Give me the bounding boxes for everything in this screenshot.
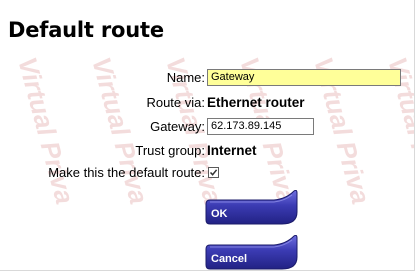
trust-group-value: Internet [207,142,257,158]
cancel-button-label: Cancel [211,253,248,265]
dialog-frame: Virtual Priva Virtual Priva Virtual Priv… [0,0,415,271]
checkmark-icon [209,168,218,176]
gateway-input[interactable] [207,117,314,135]
default-route-label: Make this the default route: [48,164,205,180]
trust-group-row: Trust group: Internet [0,140,414,160]
page-title: Default route [8,18,164,42]
default-route-row: Make this the default route: [0,162,414,182]
route-via-label: Route via: [146,94,205,110]
name-row: Name: [0,67,414,87]
route-via-row: Route via: Ethernet router [0,92,414,112]
ok-button-label: OK [211,208,228,220]
name-input[interactable] [207,68,401,86]
name-label: Name: [166,69,205,85]
gateway-label: Gateway: [150,118,205,134]
ok-button[interactable]: OK [204,190,299,226]
cancel-button[interactable]: Cancel [204,235,299,270]
route-via-value: Ethernet router [207,94,305,110]
trust-group-label: Trust group: [135,142,205,158]
default-route-checkbox[interactable] [208,166,219,178]
gateway-row: Gateway: [0,116,414,136]
